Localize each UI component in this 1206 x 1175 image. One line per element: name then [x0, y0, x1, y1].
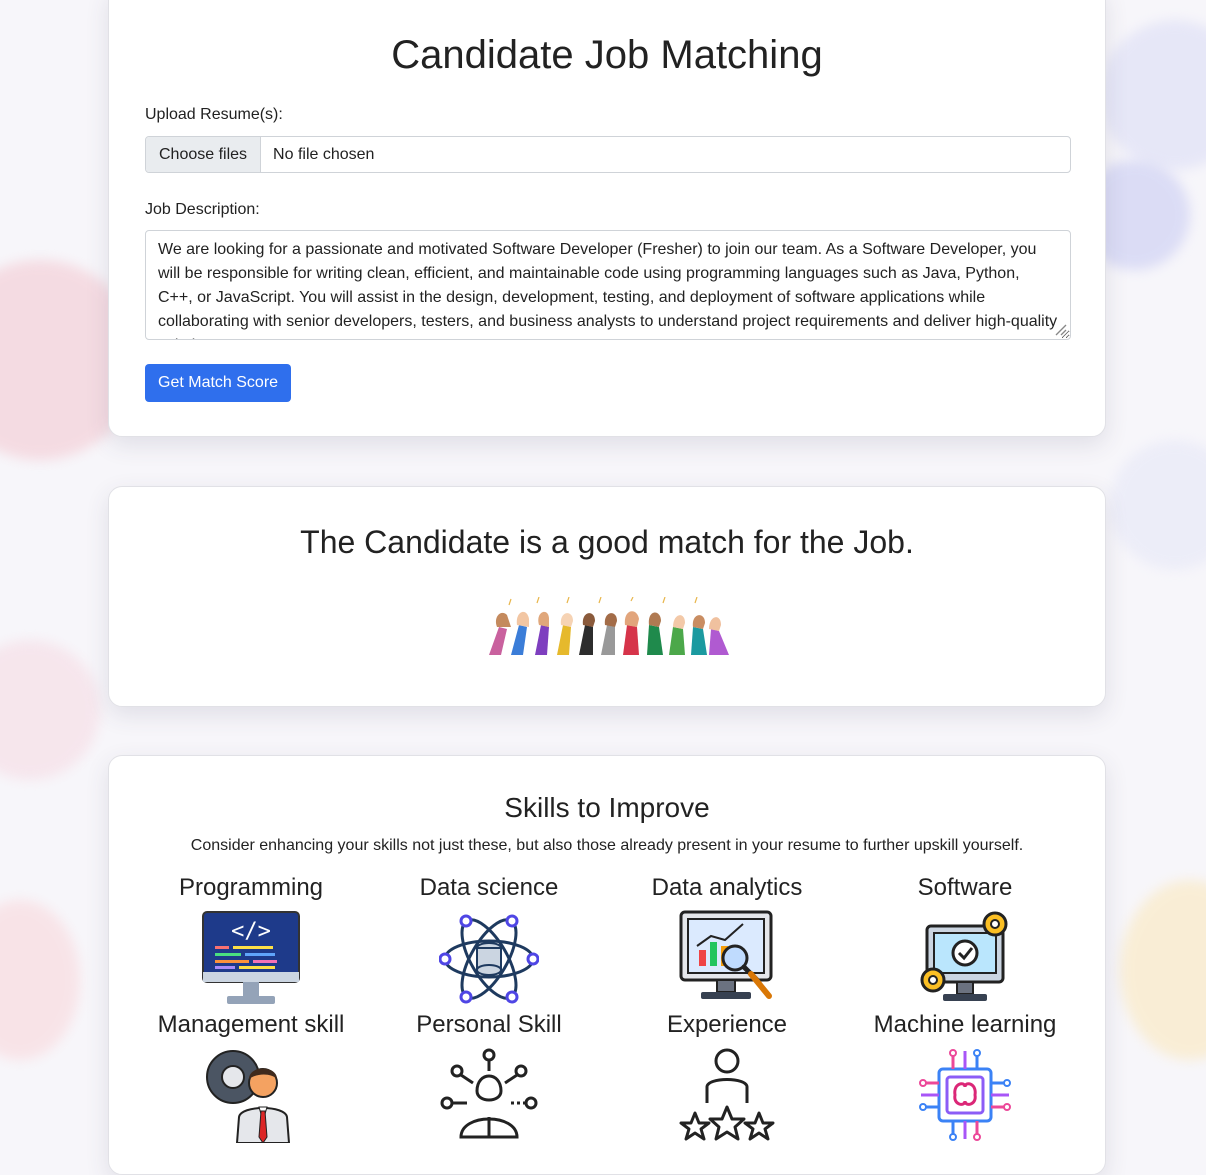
resize-handle-icon[interactable] — [1053, 322, 1067, 336]
match-result-card: The Candidate is a good match for the Jo… — [108, 486, 1106, 707]
programming-icon: </> — [202, 911, 300, 1004]
experience-icon — [679, 1048, 775, 1141]
software-icon — [920, 911, 1008, 1001]
clapping-hands-icon — [489, 597, 729, 655]
skill-name: Data analytics — [651, 874, 803, 901]
job-description-label: Job Description: — [145, 201, 260, 218]
skills-subtitle: Consider enhancing your skills not just … — [190, 837, 1024, 854]
choose-files-button[interactable]: Choose files — [146, 137, 262, 172]
job-description-textarea[interactable]: We are looking for a passionate and moti… — [145, 230, 1071, 340]
skill-name: Data science — [419, 874, 559, 901]
resume-file-input[interactable]: Choose files No file chosen — [145, 136, 1071, 173]
upload-label: Upload Resume(s): — [145, 106, 283, 123]
skills-title: Skills to Improve — [504, 792, 710, 823]
skill-name: Experience — [666, 1011, 788, 1038]
skill-name: Machine learning — [873, 1011, 1057, 1038]
job-matching-form-card: Candidate Job Matching Upload Resume(s):… — [108, 0, 1106, 437]
data-science-icon — [439, 914, 539, 1004]
skills-card: Skills to Improve Consider enhancing you… — [108, 755, 1106, 1175]
skill-name: Management skill — [157, 1011, 345, 1038]
machine-learning-icon — [919, 1049, 1011, 1141]
get-match-score-button[interactable]: Get Match Score — [145, 364, 292, 402]
match-result-message: The Candidate is a good match for the Jo… — [300, 524, 914, 560]
management-icon — [206, 1050, 291, 1143]
page-title: Candidate Job Matching — [391, 33, 823, 77]
skill-data-science: Data science — [370, 874, 608, 1008]
skill-experience: Experience — [608, 1011, 846, 1143]
skill-personal: Personal Skill — [370, 1011, 608, 1143]
data-analytics-icon — [679, 910, 773, 999]
svg-text:</>: </> — [231, 919, 271, 944]
skill-data-analytics: Data analytics — [608, 874, 846, 1008]
skill-management: Management skill — [132, 1011, 370, 1143]
skill-name: Personal Skill — [416, 1011, 562, 1038]
skill-name: Programming — [178, 874, 324, 901]
personal-skill-icon — [440, 1048, 538, 1139]
skill-machine-learning: Machine learning — [846, 1011, 1084, 1143]
skill-software: Software — [846, 874, 1084, 1008]
skill-programming: Programming </> — [132, 874, 370, 1008]
skill-name: Software — [917, 874, 1013, 901]
file-status-text: No file chosen — [273, 145, 375, 163]
